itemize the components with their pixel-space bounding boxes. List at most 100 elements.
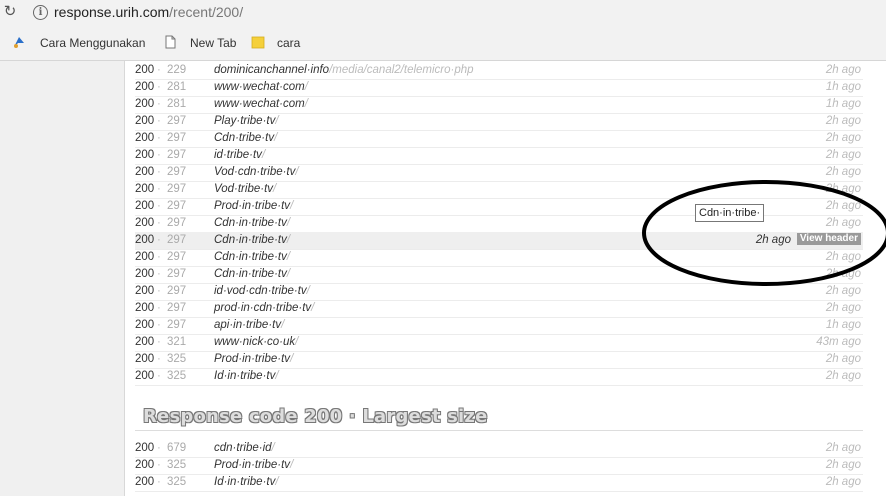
host: Id·in·tribe·tv [214,370,276,382]
status-code: 200 [135,64,155,76]
host: Vod·cdn·tribe·tv [214,166,296,178]
response-row[interactable]: 200 · 297 Play·tribe·tv/2h ago [135,113,863,131]
separator: · [157,217,161,229]
response-size: 297 [167,234,187,246]
status-code: 200 [135,81,155,93]
path: / [295,336,299,348]
response-size: 297 [167,302,187,314]
separator: · [157,98,161,110]
response-size: 297 [167,183,187,195]
separator: · [157,64,161,76]
separator: · [157,476,161,488]
request-url-link[interactable]: Cdn·tribe·tv/ [214,130,277,147]
timestamp: 2h ago [825,476,861,488]
host: Cdn·in·tribe·tv [214,217,287,229]
timestamp: 2h ago [825,132,861,144]
path: / [275,476,279,488]
path: / [274,132,278,144]
response-row[interactable]: 200 · 325 Id·in·tribe·tv/2h ago [135,474,863,492]
request-url-link[interactable]: api·in·tribe·tv/ [214,317,284,334]
request-url-link[interactable]: id·tribe·tv/ [214,147,265,164]
reload-icon[interactable]: ↻ [2,4,18,20]
separator: · [157,268,161,280]
path: / [286,234,291,246]
separator: · [157,251,161,263]
response-size: 281 [167,98,187,110]
response-row[interactable]: 200 · 281 www·wechat·com/1h ago [135,96,863,114]
response-row[interactable]: 200 · 679 cdn·tribe·id/2h ago [135,440,863,458]
request-url-link[interactable]: Id·in·tribe·tv/ [214,474,279,491]
response-size: 297 [167,319,187,331]
response-row[interactable]: 200 · 297 prod·in·cdn·tribe·tv/2h ago [135,300,863,318]
path: / [281,319,285,331]
request-url-link[interactable]: prod·in·cdn·tribe·tv/ [214,300,314,317]
request-url-link[interactable]: Play·tribe·tv/ [214,113,279,130]
address-bar[interactable]: ↻ i response.urih.com/recent/200/ [0,0,886,27]
response-row[interactable]: 200 · 297 Cdn·tribe·tv/2h ago [135,130,863,148]
response-row[interactable]: 200 · 321 www·nick·co·uk/43m ago [135,334,863,352]
request-url-link[interactable]: Vod·cdn·tribe·tv/ [214,164,299,181]
timestamp: 2h ago [825,115,861,127]
path: / [286,217,291,229]
request-url-link[interactable]: Vod·tribe·tv/ [214,181,276,198]
request-url-link[interactable]: Cdn·in·tribe·tv/ [214,215,290,232]
request-url-link[interactable]: www·wechat·com/ [214,96,308,113]
response-row[interactable]: 200 · 297 api·in·tribe·tv/1h ago [135,317,863,335]
separator: · [157,115,161,127]
bookmark-cara-menggunakan[interactable]: Cara Menggunakan [40,36,145,50]
response-size: 321 [167,336,187,348]
request-url-link[interactable]: www·nick·co·uk/ [214,334,298,351]
request-url-link[interactable]: www·wechat·com/ [214,79,308,96]
timestamp: 2h ago [825,442,861,454]
status-code: 200 [135,353,155,365]
path: / [295,166,299,178]
path: / [304,98,308,110]
response-size: 297 [167,268,187,280]
request-url-link[interactable]: Prod·in·tribe·tv/ [214,198,293,215]
response-row[interactable]: 200 · 325 Prod·in·tribe·tv/2h ago [135,457,863,475]
host: Cdn·in·tribe·tv [214,251,287,263]
request-url-link[interactable]: Prod·in·tribe·tv/ [214,351,293,368]
bookmark-new-tab[interactable]: New Tab [190,36,236,50]
response-row[interactable]: 200 · 281 www·wechat·com/1h ago [135,79,863,97]
host: Play·tribe·tv [214,115,276,127]
page-icon [165,35,176,49]
path: /media/canal2/telemicro·php [329,64,474,76]
request-url-link[interactable]: Cdn·in·tribe·tv/ [214,266,290,283]
url-path: /recent/200/ [169,4,244,20]
annotation-circle [642,180,886,286]
separator: · [157,442,161,454]
request-url-link[interactable]: Id·in·tribe·tv/ [214,368,279,385]
separator: · [157,370,161,382]
response-size: 229 [167,64,187,76]
host: prod·in·cdn·tribe·tv [214,302,312,314]
response-row[interactable]: 200 · 229 dominicanchannel·info/media/canal… [135,62,863,80]
response-size: 297 [167,166,187,178]
path: / [275,370,279,382]
status-code: 200 [135,149,155,161]
path: / [286,251,291,263]
path: / [290,353,294,365]
request-url-link[interactable]: Cdn·in·tribe·tv/ [214,249,290,266]
request-url-link[interactable]: id·vod·cdn·tribe·tv/ [214,283,310,300]
request-url-link[interactable]: Prod·in·tribe·tv/ [214,457,293,474]
response-row[interactable]: 200 · 325 Prod·in·tribe·tv/2h ago [135,351,863,369]
request-url-link[interactable]: Cdn·in·tribe·tv/ [214,232,290,249]
response-row[interactable]: 200 · 325 Id·in·tribe·tv/2h ago [135,368,863,386]
status-code: 200 [135,98,155,110]
response-row[interactable]: 200 · 297 id·tribe·tv/2h ago [135,147,863,165]
url-text[interactable]: response.urih.com/recent/200/ [54,4,243,20]
info-icon[interactable]: i [33,5,48,20]
status-code: 200 [135,336,155,348]
host: www·wechat·com [214,81,305,93]
separator: · [157,200,161,212]
path: / [286,268,291,280]
timestamp: 2h ago [825,370,861,382]
separator: · [157,81,161,93]
request-url-link[interactable]: dominicanchannel·info/media/canal2/telem… [214,62,474,79]
status-code: 200 [135,268,155,280]
separator: · [157,319,161,331]
bookmark-cara[interactable]: cara [277,36,300,50]
timestamp: 1h ago [825,98,861,110]
request-url-link[interactable]: cdn·tribe·id/ [214,440,275,457]
